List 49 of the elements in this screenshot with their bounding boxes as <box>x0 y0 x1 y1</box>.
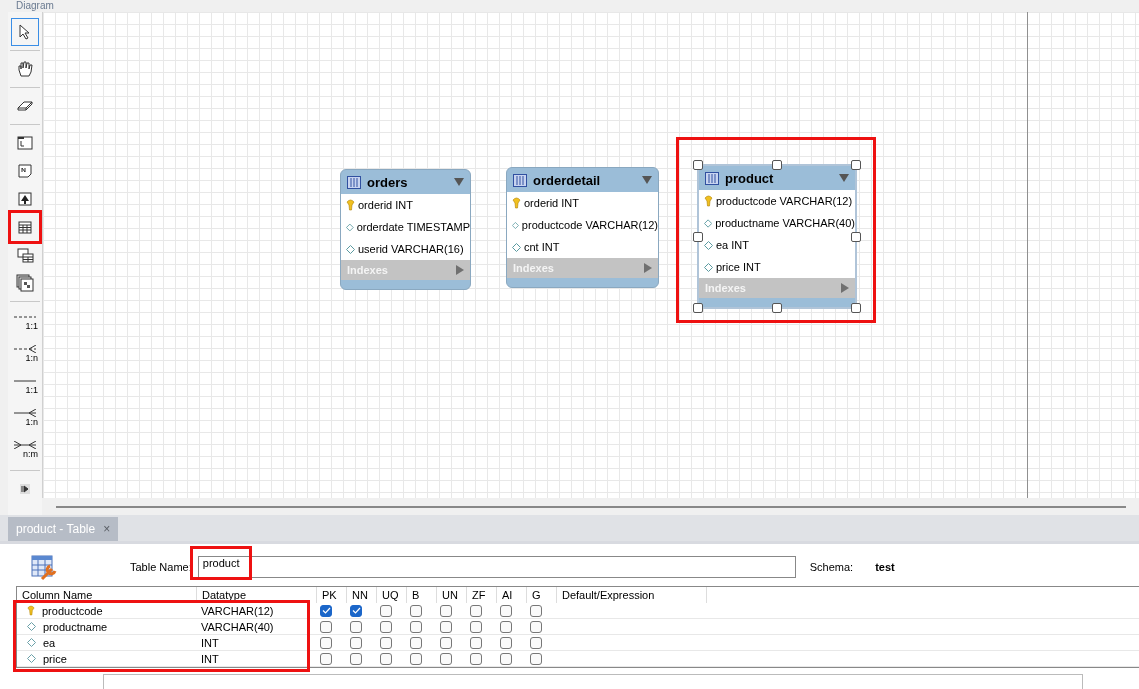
column-header[interactable]: UN <box>437 587 467 603</box>
column-entry: orderid INT <box>358 199 414 211</box>
table-name-field[interactable]: product <box>197 556 796 578</box>
relationship-label: 1:1 <box>25 321 38 331</box>
column-header[interactable]: G <box>527 587 557 603</box>
field-label: Schema: <box>809 561 854 573</box>
entity-title: orders <box>367 174 409 190</box>
column-header[interactable]: AI <box>497 587 527 603</box>
column-header[interactable]: NN <box>347 587 377 603</box>
editor-tab[interactable]: product - Table × <box>8 517 119 541</box>
relationship-label: n:m <box>23 449 38 459</box>
relationship-label: 1:n <box>25 417 38 427</box>
table-cell: INT <box>201 652 219 665</box>
table-cell: productcode <box>42 604 103 617</box>
column-header[interactable]: B <box>407 587 437 603</box>
table-cell: price <box>43 652 67 665</box>
column-header[interactable]: Datatype <box>197 587 317 603</box>
column-entry: price INT <box>716 261 761 273</box>
column-header[interactable]: ZF <box>467 587 497 603</box>
field-label: Table Name: <box>130 561 192 573</box>
column-entry: orderid INT <box>524 197 580 209</box>
relationship-label: 1:n <box>25 353 38 363</box>
entity-title: orderdetail <box>533 172 602 188</box>
relationship-tool[interactable]: n:m <box>11 434 39 466</box>
relationship-tool[interactable]: 1:1 <box>11 306 39 338</box>
column-header[interactable]: PK <box>317 587 347 603</box>
entity-title: product <box>725 170 775 186</box>
relationship-tool[interactable]: 1:n <box>11 338 39 370</box>
column-entry: ea INT <box>716 239 749 251</box>
column-header[interactable]: Default/Expression <box>557 587 707 603</box>
column-entry: userid VARCHAR(16) <box>358 243 464 255</box>
table-cell: INT <box>201 636 219 649</box>
column-entry: productcode VARCHAR(12) <box>521 219 658 231</box>
column-entry: orderdate TIMESTAMP <box>356 221 470 233</box>
relationship-tool[interactable]: 1:n <box>11 402 39 434</box>
relationship-label: 1:1 <box>25 385 38 395</box>
table-cell: VARCHAR(12) <box>201 604 274 617</box>
table-cell: ea <box>43 636 56 649</box>
panel-title: Diagram <box>16 0 54 11</box>
table-cell: productname <box>43 620 108 633</box>
column-header[interactable]: UQ <box>377 587 407 603</box>
column-entry: cnt INT <box>524 241 560 253</box>
column-entry: productcode VARCHAR(12) <box>716 195 853 207</box>
column-header[interactable]: Column Name <box>17 587 197 603</box>
table-cell: VARCHAR(40) <box>201 620 274 633</box>
column-entry: productname VARCHAR(40) <box>715 217 855 229</box>
close-icon[interactable]: × <box>103 522 111 536</box>
relationship-tool[interactable]: 1:1 <box>11 370 39 402</box>
schema-value: test <box>875 561 895 573</box>
